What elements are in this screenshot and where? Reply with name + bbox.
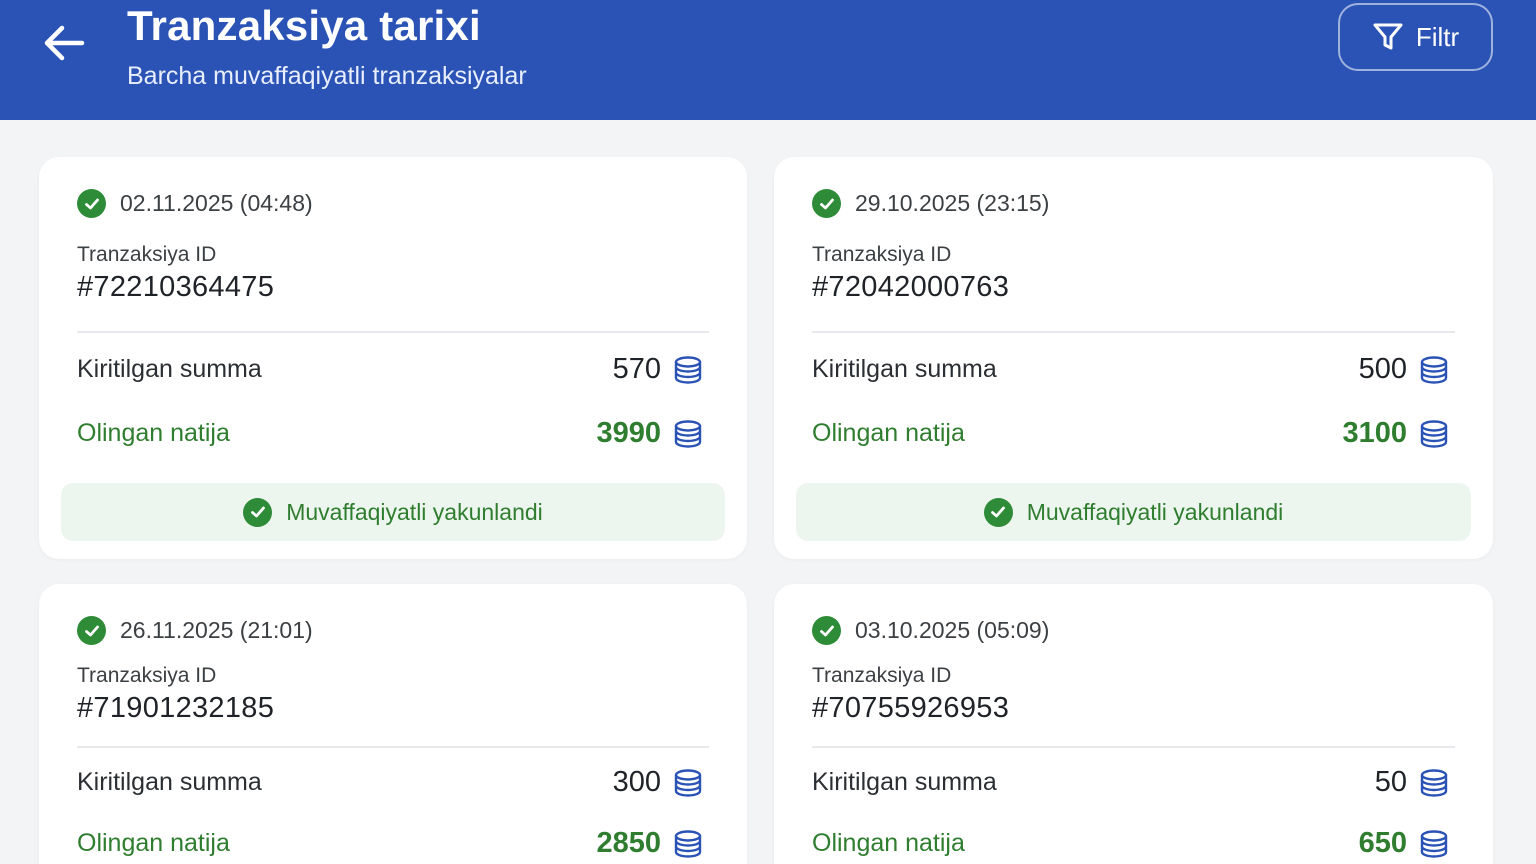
result-amount-value: 2850 <box>596 827 661 859</box>
transaction-id: #70755926953 <box>812 692 1010 724</box>
input-amount-value: 500 <box>1358 353 1407 385</box>
coins-icon <box>1420 355 1448 384</box>
input-amount-row: Kiritilgan summa 500 <box>812 353 1449 386</box>
result-amount-value: 3990 <box>596 417 661 449</box>
result-amount-value: 650 <box>1358 827 1407 859</box>
transaction-card[interactable]: 26.11.2025 (21:01) Tranzaksiya ID #71901… <box>39 584 747 864</box>
divider <box>77 331 709 333</box>
page-title: Tranzaksiya tarixi <box>127 2 481 49</box>
result-amount-row: Olingan natija 3100 <box>812 417 1449 450</box>
check-circle-icon <box>243 497 273 527</box>
transaction-date: 26.11.2025 (21:01) <box>120 617 313 643</box>
status-label: Muvaffaqiyatli yakunlandi <box>1026 498 1284 525</box>
result-amount-label: Olingan natija <box>812 829 965 857</box>
page-subtitle: Barcha muvaffaqiyatli tranzaksiyalar <box>127 62 527 90</box>
app-header: Tranzaksiya tarixi Barcha muvaffaqiyatli… <box>0 0 1536 120</box>
result-amount-row: Olingan natija 650 <box>812 827 1449 860</box>
transaction-card[interactable]: 02.11.2025 (04:48) Tranzaksiya ID #72210… <box>39 157 747 559</box>
result-amount-label: Olingan natija <box>77 419 230 447</box>
transaction-id-label: Tranzaksiya ID <box>77 664 217 687</box>
input-amount-value: 50 <box>1374 766 1407 798</box>
coins-icon <box>1420 419 1448 448</box>
transaction-date: 29.10.2025 (23:15) <box>855 190 1050 216</box>
result-amount-label: Olingan natija <box>77 829 230 857</box>
transaction-id-label: Tranzaksiya ID <box>812 243 952 266</box>
coins-icon <box>674 419 702 448</box>
transaction-card[interactable]: 03.10.2025 (05:09) Tranzaksiya ID #70755… <box>774 584 1493 864</box>
divider <box>812 331 1455 333</box>
result-amount-label: Olingan natija <box>812 419 965 447</box>
filter-button[interactable]: Filtr <box>1338 3 1493 71</box>
input-amount-row: Kiritilgan summa 300 <box>77 766 703 799</box>
arrow-left-icon <box>44 25 85 61</box>
transaction-id: #72210364475 <box>77 271 275 303</box>
coins-icon <box>1420 768 1448 797</box>
coins-icon <box>674 829 702 858</box>
transaction-card[interactable]: 29.10.2025 (23:15) Tranzaksiya ID #72042… <box>774 157 1493 559</box>
check-circle-icon <box>812 189 841 218</box>
input-amount-row: Kiritilgan summa 570 <box>77 353 703 386</box>
input-amount-label: Kiritilgan summa <box>77 355 262 383</box>
check-circle-icon <box>812 616 841 645</box>
divider <box>77 746 709 748</box>
transaction-id-label: Tranzaksiya ID <box>812 664 952 687</box>
input-amount-label: Kiritilgan summa <box>77 768 262 796</box>
coins-icon <box>1420 829 1448 858</box>
divider <box>812 746 1455 748</box>
status-label: Muvaffaqiyatli yakunlandi <box>286 498 543 525</box>
transaction-date: 03.10.2025 (05:09) <box>855 617 1050 643</box>
back-button[interactable] <box>38 20 90 66</box>
filter-button-label: Filtr <box>1415 21 1460 52</box>
status-badge: Muvaffaqiyatli yakunlandi <box>61 483 725 541</box>
result-amount-row: Olingan natija 3990 <box>77 417 703 450</box>
input-amount-value: 570 <box>612 353 661 385</box>
result-amount-value: 3100 <box>1342 417 1407 449</box>
transaction-id-label: Tranzaksiya ID <box>77 243 217 266</box>
check-circle-icon <box>77 616 106 645</box>
transaction-date: 02.11.2025 (04:48) <box>120 190 313 216</box>
result-amount-row: Olingan natija 2850 <box>77 827 703 860</box>
check-circle-icon <box>983 497 1013 527</box>
status-badge: Muvaffaqiyatli yakunlandi <box>796 483 1471 541</box>
coins-icon <box>674 355 702 384</box>
check-circle-icon <box>77 189 106 218</box>
input-amount-value: 300 <box>612 766 661 798</box>
filter-icon <box>1373 23 1403 50</box>
coins-icon <box>674 768 702 797</box>
input-amount-label: Kiritilgan summa <box>812 768 997 796</box>
transaction-id: #71901232185 <box>77 692 275 724</box>
input-amount-row: Kiritilgan summa 50 <box>812 766 1449 799</box>
input-amount-label: Kiritilgan summa <box>812 355 997 383</box>
transaction-id: #72042000763 <box>812 271 1010 303</box>
